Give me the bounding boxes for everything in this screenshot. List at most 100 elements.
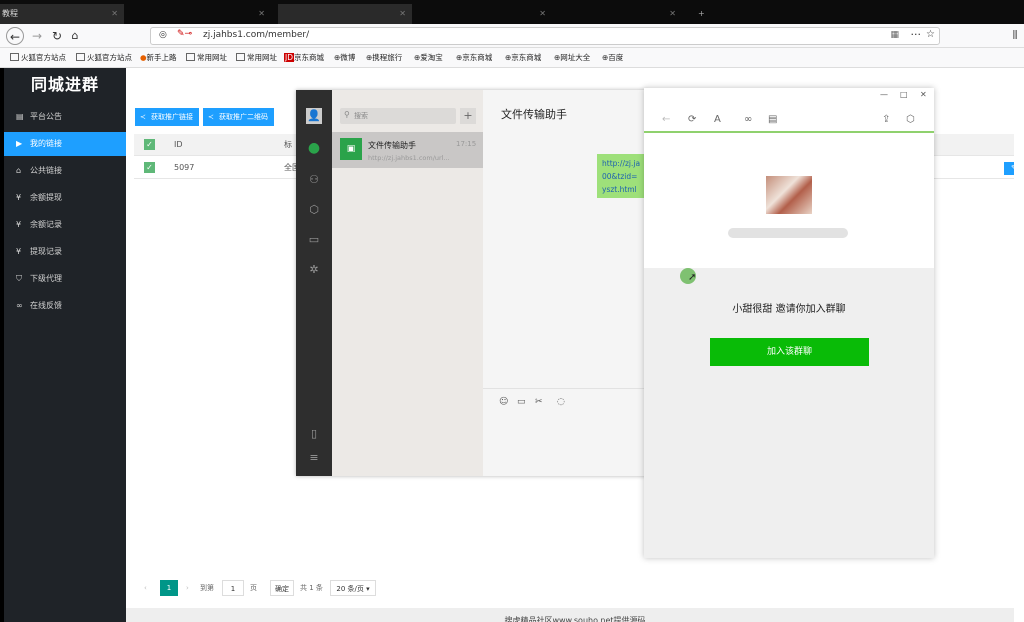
menu-icon[interactable]: ≡ (306, 450, 322, 466)
library-icon[interactable]: ⫼ (1006, 27, 1024, 45)
sidebar-item-public-links[interactable]: ⌂ 公共链接 (4, 159, 126, 183)
contacts-icon[interactable]: ⚇ (306, 172, 322, 188)
add-button[interactable]: + (460, 108, 476, 124)
bookmark-item[interactable]: 火狐官方站点 (76, 52, 132, 63)
browser-tab[interactable]: ✕ (412, 4, 552, 24)
browser-tab-bar: 教程 ✕ ✕ ✕ ✕ ✕ + (0, 0, 1024, 24)
cube-icon[interactable]: ⬡ (906, 114, 915, 125)
conversation-time: 17:15 (456, 140, 477, 148)
bookmark-item[interactable]: ⊕携程旅行 (366, 52, 402, 63)
window-icon[interactable]: ▤ (768, 114, 777, 125)
header-id: ID (174, 140, 183, 149)
emoji-icon[interactable]: ☺ (499, 397, 508, 407)
bookmark-item[interactable]: ⊕京东商城 (456, 52, 492, 63)
bookmark-item[interactable]: ⊕爱淘宝 (414, 52, 443, 63)
current-page[interactable]: 1 (160, 580, 178, 596)
back-icon[interactable]: ← (662, 114, 670, 125)
scissors-icon[interactable]: ✂ (535, 397, 543, 407)
user-avatar[interactable]: 👤 (306, 108, 322, 124)
share-icon[interactable]: ⇪ (882, 114, 890, 125)
share-icon: ≺ (208, 113, 214, 121)
bookmark-item[interactable]: 火狐官方站点 (10, 52, 66, 63)
sidebar-item-withdraw-log[interactable]: ¥ 提现记录 (4, 240, 126, 264)
chat-bubble-icon[interactable]: ◌ (557, 397, 565, 407)
search-input[interactable]: 搜索 (340, 108, 456, 124)
minimize-icon[interactable]: — (880, 90, 888, 99)
reload-icon[interactable]: ↻ (48, 27, 66, 45)
select-all-checkbox[interactable]: ✓ (144, 139, 155, 150)
sidebar-item-notice[interactable]: ▤ 平台公告 (4, 105, 126, 129)
list-item[interactable]: ▣ 文件传输助手 17:15 http://zj.jahbs1.com/url.… (332, 132, 483, 168)
next-page-icon[interactable]: › (186, 580, 189, 596)
forward-icon[interactable]: → (28, 27, 46, 45)
cube-icon[interactable]: ⬡ (306, 202, 322, 218)
close-icon[interactable]: ✕ (669, 4, 676, 24)
confirm-button[interactable]: 确定 (270, 580, 294, 596)
bookmark-item[interactable]: ⊕微博 (334, 52, 355, 63)
bookmark-item[interactable]: ⊕百度 (602, 52, 623, 63)
back-icon[interactable]: ← (6, 27, 24, 45)
page-unit-label: 页 (250, 584, 257, 592)
refresh-icon[interactable]: ⟳ (688, 114, 696, 125)
new-tab-button[interactable]: + (690, 4, 720, 24)
conversation-preview: http://zj.jahbs1.com/url... (368, 154, 450, 162)
star-icon[interactable]: ☆ (926, 29, 935, 40)
moments-icon[interactable]: ✲ (306, 262, 322, 278)
sidebar-item-balance-log[interactable]: ¥ 余额记录 (4, 213, 126, 237)
font-size-icon[interactable]: A (714, 114, 721, 125)
sidebar-item-my-links[interactable]: ▶ 我的链接 (4, 132, 126, 156)
sidebar-item-agents[interactable]: ⛉ 下级代理 (4, 267, 126, 291)
row-id: 5097 (174, 163, 195, 172)
home-icon[interactable]: ⌂ (66, 27, 84, 45)
sidebar-item-feedback[interactable]: ∞ 在线反馈 (4, 294, 126, 318)
bookmark-item[interactable]: ●新手上路 (140, 52, 177, 63)
qr-icon[interactable]: ▦ (890, 30, 899, 40)
maximize-icon[interactable]: □ (900, 90, 908, 99)
browser-tab[interactable]: 教程 ✕ (0, 4, 124, 24)
wechat-nav-rail: 👤 ● ⚇ ⬡ ▭ ✲ ▯ ≡ (296, 90, 332, 476)
prev-page-icon[interactable]: ‹ (144, 580, 147, 596)
admin-sidebar: 同城进群 ▤ 平台公告 ▶ 我的链接 ⌂ 公共链接 ¥ 余额提现 ¥ 余额记录 ¥ 提现记录… (4, 68, 126, 622)
get-promo-qr-button[interactable]: ≺ 获取推广二维码 (203, 108, 274, 126)
shield-icon: ⛉ (16, 274, 22, 283)
url-bar[interactable]: ◎ ✎⊸ zj.jahbs1.com/member/ ▦ ··· ☆ (150, 27, 940, 45)
cursor-icon: ➚ (688, 272, 697, 283)
close-icon[interactable]: ✕ (111, 4, 118, 24)
sidebar-item-withdraw[interactable]: ¥ 余额提现 (4, 186, 126, 210)
get-promo-link-button[interactable]: ≺ 获取推广链接 (135, 108, 199, 126)
phone-icon[interactable]: ▯ (306, 426, 322, 442)
more-icon[interactable]: ··· (911, 28, 922, 41)
invite-popup-window: — □ ✕ ← ⟳ A ∞ ▤ ⇪ ⬡ 小甜很甜 邀请你加入群聊 加入该群聊 ➚ (644, 88, 934, 558)
home-icon: ⌂ (16, 166, 22, 175)
conversation-name: 文件传输助手 (368, 141, 416, 150)
bookmark-item[interactable]: 常用网址 (186, 52, 227, 63)
bookmark-item[interactable]: ⊕京东商城 (505, 52, 541, 63)
page-input[interactable]: 1 (222, 580, 244, 596)
close-icon[interactable]: ✕ (539, 4, 546, 24)
folder-icon (76, 53, 85, 61)
shield-icon: ◎ (159, 30, 167, 40)
close-icon[interactable]: ✕ (258, 4, 265, 24)
loading-bar (644, 131, 934, 133)
close-icon[interactable]: ✕ (399, 4, 406, 24)
join-group-button[interactable]: 加入该群聊 (710, 338, 869, 366)
browser-tab[interactable]: ✕ (278, 4, 412, 24)
per-page-select[interactable]: 20 条/页 ▾ (330, 580, 376, 596)
close-icon[interactable]: ✕ (920, 90, 927, 99)
footer-text: 搜虎精品社区www.souho.net提供源码 (126, 608, 1024, 622)
browser-tab[interactable]: ✕ (126, 4, 271, 24)
bookmark-item[interactable]: JD京东商城 (284, 52, 324, 63)
folder-icon[interactable]: ▭ (517, 397, 526, 407)
bookmark-item[interactable]: ⊕网址大全 (554, 52, 590, 63)
row-checkbox[interactable]: ✓ (144, 162, 155, 173)
chat-icon[interactable]: ● (306, 140, 322, 156)
goto-label: 到第 (200, 584, 214, 592)
link-icon[interactable]: ∞ (744, 114, 752, 125)
browser-tab[interactable]: ✕ (552, 4, 682, 24)
folder-icon (186, 53, 195, 61)
bookmark-item[interactable]: 常用网址 (236, 52, 277, 63)
folder-icon[interactable]: ▭ (306, 232, 322, 248)
message-input-area[interactable]: ☺ ▭ ✂ ◌ (483, 388, 648, 476)
yen-icon: ¥ (16, 220, 22, 229)
site-logo: 同城进群 (30, 75, 99, 94)
